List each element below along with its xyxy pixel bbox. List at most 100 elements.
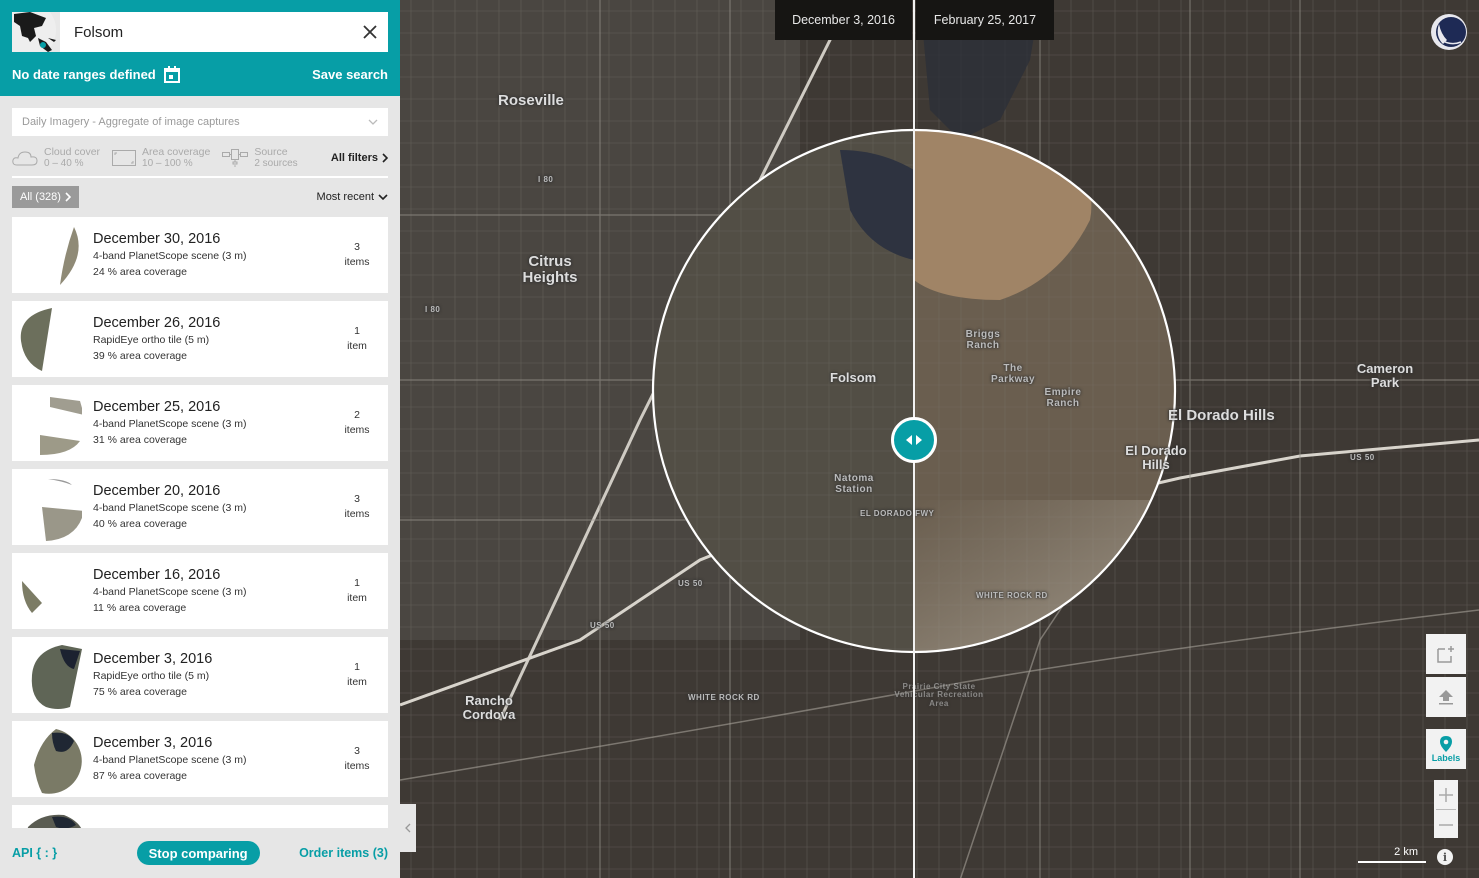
filter-value: 0 – 40 % — [44, 158, 84, 169]
scene-thumbnail — [12, 553, 82, 629]
results-list[interactable]: December 30, 2016 4-band PlanetScope sce… — [12, 217, 388, 829]
count-unit: items — [344, 508, 370, 520]
all-results-button[interactable]: All (328) — [12, 186, 79, 208]
result-date: December 3, 2016 — [93, 735, 213, 751]
result-type: 4-band PlanetScope scene (3 m) — [93, 502, 247, 514]
count-unit: item — [347, 676, 367, 688]
calendar-icon — [163, 65, 180, 83]
info-button[interactable]: i — [1437, 849, 1453, 865]
api-link[interactable]: API { : } — [12, 846, 57, 860]
count-number: 2 — [354, 409, 360, 421]
chevron-right-icon — [382, 153, 388, 163]
product-select[interactable]: Daily Imagery - Aggregate of image captu… — [12, 108, 388, 136]
card-body: December 3, 2016 4-band PlanetScope scen… — [93, 734, 326, 784]
filter-row: Cloud cover 0 – 40 % Area coverage 10 – 10… — [12, 146, 388, 178]
result-card[interactable]: December 3, 2016 4-band PlanetScope scen… — [12, 721, 388, 797]
product-select-value: Daily Imagery - Aggregate of image captu… — [22, 116, 240, 128]
area-icon — [112, 150, 137, 166]
map-label-the-parkway: The Parkway — [990, 363, 1036, 385]
card-body: December 26, 2016 RapidEye ortho tile (5… — [93, 314, 326, 364]
result-coverage: 39 % area coverage — [93, 350, 187, 362]
count-unit: item — [347, 592, 367, 604]
sort-dropdown[interactable]: Most recent — [317, 191, 388, 203]
filter-label: Area coverage — [142, 146, 211, 158]
add-shape-icon — [1437, 646, 1454, 663]
result-card[interactable]: December 30, 2016 4-band PlanetScope sce… — [12, 217, 388, 293]
card-body: December 25, 2016 4-band PlanetScope sce… — [93, 398, 326, 448]
result-coverage: 87 % area coverage — [93, 770, 187, 782]
filter-cloud-cover[interactable]: Cloud cover 0 – 40 % — [12, 147, 100, 169]
sidebar-footer: API { : } Stop comparing Order items (3) — [0, 828, 400, 878]
map-label-el-dorado-fwy: EL DORADO FWY — [860, 509, 935, 518]
date-range-button[interactable]: No date ranges defined — [12, 65, 180, 83]
count-unit: items — [344, 256, 370, 268]
chevron-down-icon — [368, 119, 378, 125]
result-card[interactable]: December 26, 2016 RapidEye ortho tile (5… — [12, 301, 388, 377]
result-card[interactable]: December 3, 2016 RapidEye ortho tile (5 … — [12, 637, 388, 713]
result-type: 4-band PlanetScope scene (3 m) — [93, 586, 247, 598]
result-date: December 20, 2016 — [93, 483, 221, 499]
all-filters-button[interactable]: All filters — [331, 152, 388, 164]
stop-comparing-button[interactable]: Stop comparing — [136, 841, 260, 865]
card-body: December 30, 2016 4-band PlanetScope sce… — [93, 230, 326, 280]
count-number: 3 — [354, 241, 360, 253]
arrow-left-icon — [906, 435, 912, 445]
map-label-i80: I 80 — [538, 175, 554, 184]
result-card[interactable]: December 20, 2016 4-band PlanetScope sce… — [12, 469, 388, 545]
map-basemap — [400, 0, 1479, 878]
date-range-row: No date ranges defined Save search — [12, 52, 388, 96]
result-coverage: 75 % area coverage — [93, 686, 187, 698]
filter-label: Source — [254, 146, 288, 158]
count-number: 3 — [354, 745, 360, 757]
zoom-out-button[interactable] — [1434, 810, 1458, 839]
count-number: 3 — [354, 493, 360, 505]
result-type: 4-band PlanetScope scene (3 m) — [93, 250, 247, 262]
zoom-in-button[interactable] — [1434, 780, 1458, 809]
map-label-el-dorado-hills: El Dorado Hills — [1125, 443, 1187, 472]
search-input[interactable]: Folsom — [74, 24, 352, 41]
map-label-natoma-station: Natoma Station — [834, 473, 874, 495]
map-view[interactable]: Roseville Citrus Heights Folsom Briggs R… — [400, 0, 1479, 878]
count-number: 1 — [354, 661, 360, 673]
save-search-button[interactable]: Save search — [312, 67, 388, 82]
map-label-us50: US 50 — [1350, 453, 1375, 462]
scene-thumbnail — [12, 721, 82, 797]
result-date: December 30, 2016 — [93, 231, 221, 247]
compare-swipe-handle[interactable] — [891, 417, 937, 463]
map-label-el-dorado-hills-large: El Dorado Hills — [1168, 407, 1275, 424]
filter-area-coverage[interactable]: Area coverage 10 – 100 % — [112, 147, 210, 169]
map-label-roseville: Roseville — [498, 92, 564, 109]
collapse-sidebar-button[interactable] — [400, 804, 416, 852]
result-type: RapidEye ortho tile (5 m) — [93, 334, 210, 346]
result-type: RapidEye ortho tile (5 m) — [93, 670, 210, 682]
scene-thumbnail — [12, 217, 82, 293]
map-label-cameron-park: Cameron Park — [1356, 361, 1414, 390]
user-avatar[interactable] — [1431, 14, 1467, 50]
draw-aoi-button[interactable] — [1426, 634, 1466, 674]
scene-thumbnail — [12, 637, 82, 713]
plus-icon — [1439, 787, 1453, 802]
result-coverage: 40 % area coverage — [93, 518, 187, 530]
result-count: 3 items — [326, 240, 388, 270]
filter-source[interactable]: Source 2 sources — [222, 146, 298, 169]
satellite-icon — [222, 149, 249, 167]
list-header: All (328) Most recent — [12, 186, 388, 208]
filter-value: 10 – 100 % — [142, 158, 193, 169]
labels-toggle-button[interactable]: Labels — [1426, 729, 1466, 769]
result-date: December 16, 2016 — [93, 567, 221, 583]
map-label-folsom: Folsom — [830, 370, 877, 385]
scene-thumbnail — [12, 805, 82, 829]
clear-search-button[interactable] — [352, 12, 388, 52]
search-box[interactable]: Folsom — [12, 12, 388, 52]
result-count: 3 items — [326, 744, 388, 774]
sidebar-header: Folsom No date ranges defined Save searc… — [0, 0, 400, 96]
result-card[interactable]: December 16, 2016 4-band PlanetScope sce… — [12, 553, 388, 629]
scale-bar: 2 km — [1358, 846, 1426, 863]
upload-button[interactable] — [1426, 677, 1466, 717]
result-count: 1 item — [326, 324, 388, 354]
result-card[interactable]: December 2, 2016 — [12, 805, 388, 829]
result-coverage: 31 % area coverage — [93, 434, 187, 446]
left-compare-date: December 3, 2016 — [775, 0, 912, 40]
order-items-button[interactable]: Order items (3) — [299, 846, 388, 860]
result-card[interactable]: December 25, 2016 4-band PlanetScope sce… — [12, 385, 388, 461]
